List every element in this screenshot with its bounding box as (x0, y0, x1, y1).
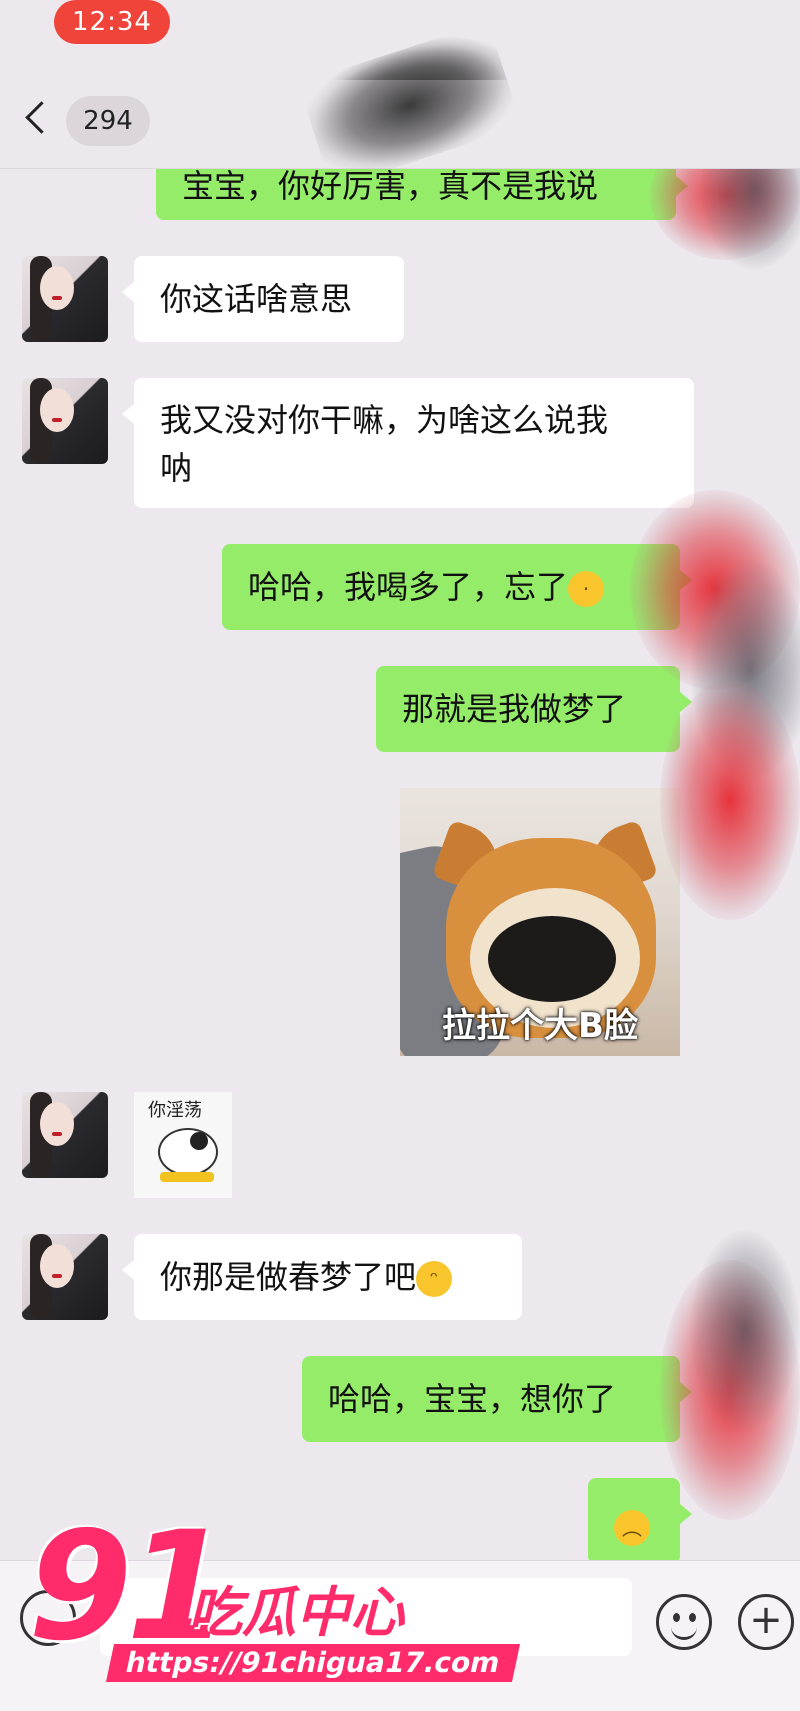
add-icon[interactable]: + (738, 1594, 794, 1650)
grimace-emoji-icon: · (568, 571, 605, 607)
cow-sticker-image[interactable]: 你淫荡 (134, 1092, 232, 1198)
avatar-face (40, 1102, 74, 1146)
emoji-icon[interactable] (656, 1594, 712, 1650)
message-line: 我又没对你干嘛，为啥这么说我 (160, 401, 609, 439)
sticker-cow-belt (160, 1172, 214, 1182)
status-bar: 12:34 (0, 0, 800, 50)
contact-avatar[interactable] (22, 1234, 108, 1320)
contact-avatar[interactable] (22, 378, 108, 464)
emoji-eye (689, 1613, 696, 1622)
message-text: 哈哈，我喝多了，忘了 (248, 568, 569, 606)
watermark-url: https://91chigua17.com (105, 1644, 520, 1682)
sad-emoji-icon: ︵ (614, 1510, 650, 1546)
message-bubble-received[interactable]: 你这话啥意思 (122, 256, 404, 342)
back-chevron-icon (25, 101, 58, 134)
message-bubble-sent[interactable]: ︵ (588, 1478, 692, 1564)
sticker-caption: 拉拉个大B脸 (442, 1006, 638, 1046)
contact-avatar[interactable] (22, 256, 108, 342)
back-button[interactable]: 294 (25, 92, 176, 152)
avatar-face (40, 1244, 74, 1288)
sticker-dog-nose (488, 916, 616, 1002)
dog-sticker-image[interactable]: 拉拉个大B脸 (400, 788, 680, 1056)
message-bubble-sent[interactable]: 哈哈，宝宝，想你了 (302, 1356, 692, 1442)
message-bubble-received[interactable]: 你那是做春梦了吧 ᵔ (122, 1234, 522, 1320)
message-bubble-sent[interactable]: 那就是我做梦了 (376, 666, 692, 752)
avatar-face (40, 388, 74, 432)
avatar-lip (52, 1132, 62, 1136)
unread-count-badge: 294 (66, 96, 150, 146)
message-bubble-received[interactable]: 我又没对你干嘛，为啥这么说我 呐 (122, 378, 694, 508)
message-line: 呐 (160, 449, 193, 487)
watermark-brand: 吃瓜中心 (188, 1581, 404, 1644)
message-text: 你那是做春梦了吧 (160, 1258, 417, 1296)
redaction-scribble (660, 680, 800, 920)
contact-avatar[interactable] (22, 1092, 108, 1178)
avatar-lip (52, 296, 62, 300)
avatar-face (40, 266, 74, 310)
avatar-lip (52, 418, 62, 422)
status-time: 12:34 (54, 0, 170, 44)
emoji-mouth (671, 1623, 697, 1640)
message-bubble-sent[interactable]: 哈哈，我喝多了，忘了 · (222, 544, 692, 630)
redaction-scribble (690, 1230, 800, 1430)
laughing-emoji-icon: ᵔ (416, 1261, 453, 1297)
sticker-cow-spot (190, 1132, 208, 1150)
emoji-eye (673, 1613, 680, 1622)
avatar-lip (52, 1274, 62, 1278)
sticker-cow-body (158, 1128, 218, 1176)
sticker-caption: 你淫荡 (148, 1100, 202, 1121)
